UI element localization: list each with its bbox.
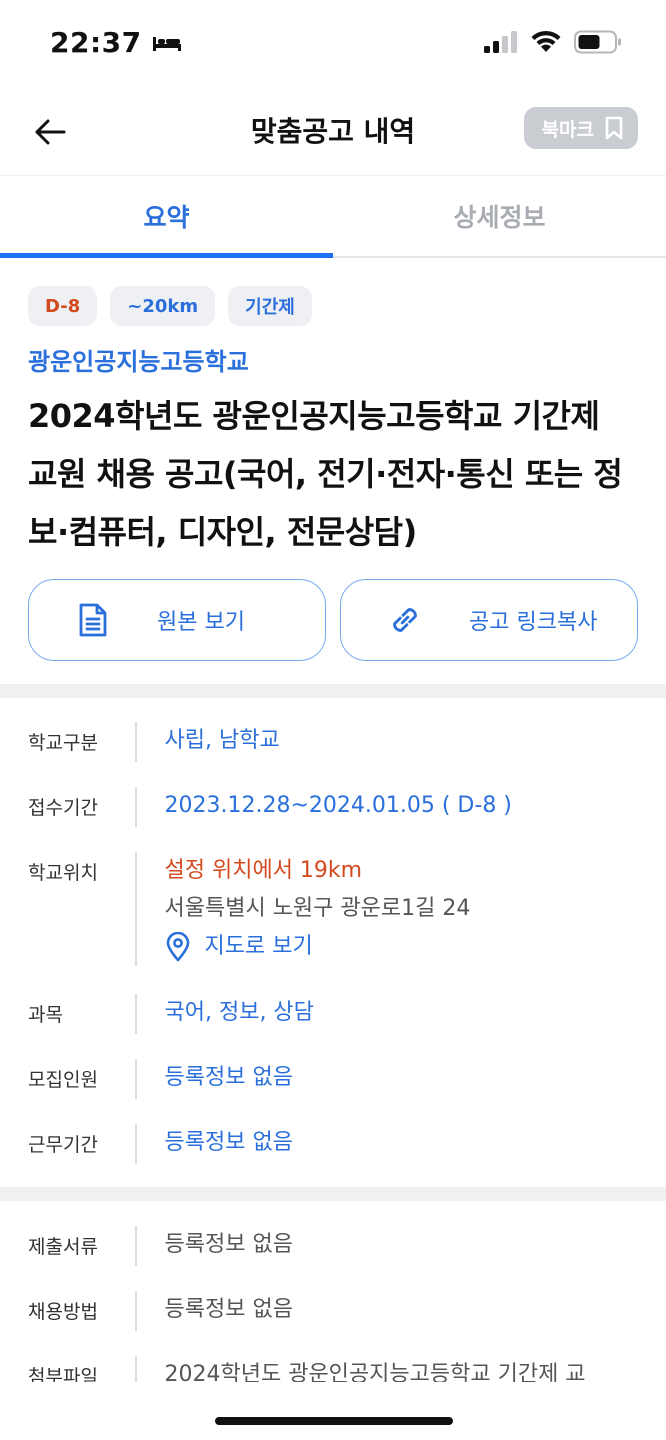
row-divider (135, 1059, 137, 1099)
info-row-subject: 과목 국어, 정보, 상담 (28, 994, 638, 1034)
action-buttons: 원본 보기 공고 링크복사 (28, 579, 638, 661)
distance-text: 설정 위치에서 19km (164, 858, 363, 883)
info-label: 채용방법 (28, 1301, 98, 1323)
tab-details[interactable]: 상세정보 (333, 176, 666, 256)
section-divider (0, 684, 666, 698)
info-label: 첨부파일 (28, 1366, 98, 1382)
info-row-documents: 제출서류 등록정보 없음 (28, 1226, 638, 1266)
row-divider (135, 1356, 137, 1382)
sleep-focus-icon (152, 36, 181, 51)
view-map-link[interactable]: 지도로 보기 (165, 928, 639, 966)
school-type-value: 사립, 남학교 (164, 728, 280, 753)
distance-badge: ~20km (110, 286, 216, 326)
info-row-attachment: 첨부파일 2024학년도 광운인공지능고등학교 기간제 교 (28, 1356, 638, 1382)
info-label: 근무기간 (28, 1134, 98, 1156)
documents-value: 등록정보 없음 (164, 1232, 293, 1257)
attachment-link[interactable]: 2024학년도 광운인공지능고등학교 기간제 교 (165, 1356, 639, 1382)
bookmark-label: 북마크 (541, 118, 594, 141)
tab-summary[interactable]: 요약 (0, 176, 333, 258)
info-row-work-period: 근무기간 등록정보 없음 (28, 1124, 638, 1164)
tab-bar: 요약 상세정보 (0, 176, 666, 258)
documents-section: 제출서류 등록정보 없음 채용방법 등록정보 없음 첨부파일 2024학년도 광… (0, 1226, 666, 1382)
tag-list: D-8 ~20km 기간제 (28, 286, 638, 326)
employment-type-badge: 기간제 (228, 286, 312, 326)
info-label: 접수기간 (28, 797, 98, 819)
subject-value: 국어, 정보, 상담 (164, 1000, 314, 1025)
status-time: 22:37 (50, 26, 182, 59)
headcount-value: 등록정보 없음 (164, 1065, 293, 1090)
row-divider (135, 787, 137, 827)
battery-icon (574, 30, 621, 54)
section-divider (0, 1187, 666, 1201)
info-label: 제출서류 (28, 1236, 98, 1258)
summary-section: D-8 ~20km 기간제 광운인공지능고등학교 2024학년도 광운인공지능고… (0, 258, 666, 684)
row-divider (135, 1226, 137, 1266)
clock-text: 22:37 (50, 26, 142, 59)
work-period-value: 등록정보 없음 (164, 1130, 293, 1155)
period-value: 2023.12.28~2024.01.05 ( D-8 ) (165, 787, 639, 827)
document-icon (75, 602, 111, 638)
wifi-icon (531, 30, 561, 52)
copy-link-button[interactable]: 공고 링크복사 (340, 579, 638, 661)
row-divider (135, 1291, 137, 1331)
info-row-location: 학교위치 설정 위치에서 19km 서울특별시 노원구 광운로1길 24 지도로… (28, 852, 638, 966)
notice-title: 2024학년도 광운인공지능고등학교 기간제 교원 채용 공고(국어, 전기·전… (28, 397, 623, 551)
link-icon (387, 602, 423, 638)
status-indicators (484, 30, 622, 54)
location-pin-icon (166, 932, 189, 962)
method-value: 등록정보 없음 (164, 1297, 293, 1322)
info-row-method: 채용방법 등록정보 없음 (28, 1291, 638, 1331)
home-indicator[interactable] (215, 1417, 453, 1425)
period-dday: ( D-8 ) (441, 793, 512, 818)
view-original-label: 원본 보기 (157, 610, 245, 635)
address-text: 서울특별시 노원구 광운로1길 24 (164, 896, 471, 921)
dday-badge: D-8 (28, 286, 98, 326)
period-dates: 2023.12.28~2024.01.05 (164, 793, 435, 818)
status-bar: 22:37 (0, 0, 666, 90)
info-label: 학교구분 (28, 732, 98, 754)
info-row-period: 접수기간 2023.12.28~2024.01.05 ( D-8 ) (28, 787, 638, 827)
view-map-label: 지도로 보기 (204, 934, 313, 959)
bookmark-button[interactable]: 북마크 (523, 107, 638, 149)
row-divider (135, 994, 137, 1034)
school-name: 광운인공지능고등학교 (28, 348, 249, 376)
info-label: 과목 (28, 1004, 63, 1026)
info-section: 학교구분 사립, 남학교 접수기간 2023.12.28~2024.01.05 … (0, 722, 666, 1164)
view-original-button[interactable]: 원본 보기 (28, 579, 326, 661)
info-label: 학교위치 (28, 862, 98, 884)
app-header: 맞춤공고 내역 북마크 (0, 90, 666, 176)
info-row-school-type: 학교구분 사립, 남학교 (28, 722, 638, 762)
row-divider (135, 852, 137, 966)
location-value: 설정 위치에서 19km 서울특별시 노원구 광운로1길 24 지도로 보기 (165, 852, 639, 966)
info-row-headcount: 모집인원 등록정보 없음 (28, 1059, 638, 1099)
info-label: 모집인원 (28, 1069, 98, 1091)
row-divider (135, 722, 137, 762)
bookmark-icon (605, 116, 623, 140)
row-divider (135, 1124, 137, 1164)
cellular-signal-icon (484, 31, 517, 53)
copy-link-label: 공고 링크복사 (469, 610, 598, 635)
